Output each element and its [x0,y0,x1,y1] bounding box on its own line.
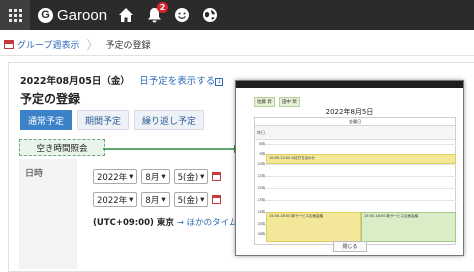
attendee-chips: 佐藤 昇 田中 柴 [254,97,300,107]
availability-popup: 佐藤 昇 田中 柴 2022年8月5日 金曜日 終日 8時 9時 10時 11時… [235,80,464,256]
calendar-picker-icon[interactable] [212,172,222,181]
time-label: 12時 [257,186,265,190]
time-label: 13時 [257,198,265,202]
breadcrumb-separator-icon: 〉 [86,38,99,52]
timezone-line: (UTC+09:00) 東京 → ほかのタイムゾー [93,216,254,228]
datetime-label: 日時 [25,169,44,179]
start-month-value: 8月 [145,172,160,183]
time-label: 14時 [257,210,265,214]
end-month-select[interactable]: 8月 ▾ [141,192,170,207]
start-date-row: 2022年 ▾ 8月 ▾ 5(金) ▾ [93,169,222,184]
start-day-value: 5(金) [177,172,199,183]
breadcrumb: グループ週表示 〉 予定の登録 [0,34,474,56]
breadcrumb-current: 予定の登録 [105,41,151,51]
chevron-down-icon: ▾ [129,194,134,205]
chevron-down-icon: ▾ [161,171,166,182]
end-year-select[interactable]: 2022年 ▾ [93,192,138,207]
apps-grid-icon [8,8,22,22]
start-year-select[interactable]: 2022年 ▾ [93,169,138,184]
end-day-select[interactable]: 5(金) ▾ [173,192,209,207]
time-label: 10時 [257,162,265,166]
column-header: 金曜日 [255,118,455,126]
chevron-down-icon: ▾ [200,171,205,182]
page-title: 予定の登録 [20,92,81,106]
globe-icon[interactable] [201,6,219,24]
schedule-type-tabs: 通常予定 期間予定 繰り返し予定 [20,110,205,130]
attendee-chip[interactable]: 田中 柴 [278,97,300,107]
chevron-down-icon: ▾ [129,171,134,182]
chevron-down-icon: ▾ [161,194,166,205]
end-month-value: 8月 [145,195,160,206]
app-name: Garoon [57,6,108,24]
smiley-icon[interactable] [173,6,191,24]
chevron-down-icon: ▾ [200,194,205,205]
hour-line [265,188,457,189]
tab-repeat[interactable]: 繰り返し予定 [134,110,205,130]
breadcrumb-link-group-week[interactable]: グループ週表示 [17,38,79,51]
apps-grid-button[interactable] [0,0,30,30]
allday-row: 終日 [255,126,455,140]
tab-normal[interactable]: 通常予定 [20,110,73,130]
event-block[interactable]: 15:00-18:00 新サービス企画会議 [361,212,456,242]
time-label: 15時 [257,222,265,226]
tab-period[interactable]: 期間予定 [77,110,130,130]
event-block[interactable]: 15:00-18:00 新サービス企画会議 [266,212,361,242]
timezone-value: (UTC+09:00) 東京 [93,218,174,228]
time-label: 9時 [259,152,265,156]
allday-label: 終日 [257,130,265,135]
bell-icon[interactable]: 2 [145,2,169,24]
popup-date: 2022年8月5日 [325,108,374,116]
end-date-row: 2022年 ▾ 8月 ▾ 5(金) ▾ [93,192,222,207]
time-label: 8時 [259,142,265,146]
time-label: 16時 [257,232,265,236]
hour-line [265,144,457,145]
event-text: 15:00-18:00 新サービス企画会議 [269,214,324,218]
availability-timetable: 金曜日 終日 8時 9時 10時 11時 12時 13時 14時 15時 16時… [254,117,457,245]
garoon-logo[interactable]: G Garoon [38,7,107,24]
start-year-value: 2022年 [97,172,128,183]
hour-line [265,164,457,165]
download-icon: ↓ [215,77,224,86]
availability-button[interactable]: 空き時間照会 [19,139,105,156]
arrow-right-icon [103,145,243,153]
event-text: 10:00-12:00 A社打ち合わせ [269,156,315,160]
start-day-select[interactable]: 5(金) ▾ [173,169,209,184]
calendar-icon [4,40,14,49]
day-view-link-label: 日予定を表示する [139,76,216,87]
event-text: 15:00-18:00 新サービス企画会議 [364,214,419,218]
date-heading: 2022年08月05日（金） 日予定を表示する↓ [20,73,224,87]
end-year-value: 2022年 [97,195,128,206]
time-label: 11時 [257,174,265,178]
day-view-link[interactable]: 日予定を表示する↓ [139,76,224,87]
selected-date: 2022年08月05日（金） [20,76,130,87]
hour-line [265,200,457,201]
logo-mark-icon: G [38,7,53,23]
event-block[interactable]: 10:00-12:00 A社打ち合わせ [266,154,456,164]
notification-badge: 2 [157,2,169,13]
home-icon[interactable] [117,6,135,24]
close-button[interactable]: 閉じる [333,241,367,252]
calendar-picker-icon[interactable] [212,195,222,204]
popup-titlebar [236,81,463,88]
start-month-select[interactable]: 8月 ▾ [141,169,170,184]
end-day-value: 5(金) [177,195,199,206]
attendee-chip[interactable]: 佐藤 昇 [254,97,275,107]
global-header: G Garoon 2 [0,0,474,30]
hour-line [265,176,457,177]
